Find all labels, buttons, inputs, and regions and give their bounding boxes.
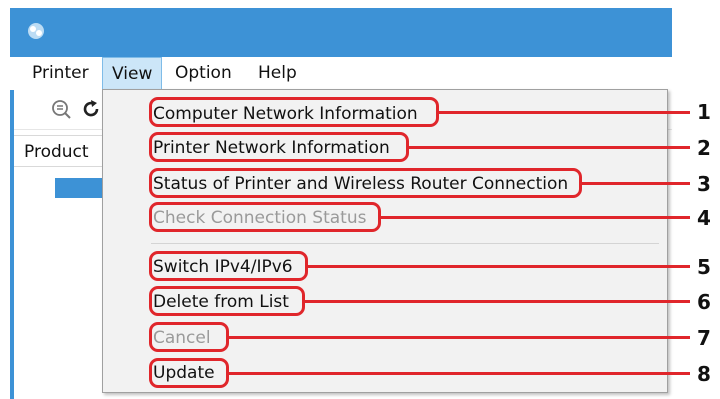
callout-box-7 — [149, 322, 229, 352]
callout-leader-2 — [409, 146, 690, 149]
app-icon — [28, 23, 44, 39]
callout-leader-7 — [229, 336, 690, 339]
menu-bar: Printer View Option Help — [10, 57, 672, 90]
callout-leader-1 — [439, 111, 690, 114]
list-column-header[interactable]: Product — [14, 135, 114, 167]
callout-leader-8 — [229, 372, 690, 375]
title-bar — [10, 8, 672, 57]
callout-box-3 — [149, 168, 582, 198]
callout-box-1 — [149, 97, 439, 127]
selected-printer-row[interactable] — [55, 178, 107, 198]
menu-help[interactable]: Help — [250, 57, 305, 90]
callout-leader-3 — [582, 182, 690, 185]
callout-box-4 — [149, 202, 381, 232]
callout-leader-4 — [381, 216, 690, 219]
callout-number-4: 4 — [697, 206, 711, 230]
callout-number-8: 8 — [697, 362, 711, 386]
menu-option[interactable]: Option — [167, 57, 240, 90]
callout-box-6 — [149, 286, 305, 316]
refresh-icon[interactable] — [80, 98, 102, 120]
callout-box-5 — [149, 251, 308, 281]
callout-number-2: 2 — [697, 136, 711, 160]
callout-number-7: 7 — [697, 326, 711, 350]
callout-number-5: 5 — [697, 255, 711, 279]
callout-box-2 — [149, 132, 409, 162]
menu-view[interactable]: View — [102, 57, 163, 90]
callout-number-1: 1 — [697, 100, 711, 124]
menu-printer[interactable]: Printer — [24, 57, 97, 90]
menu-separator — [151, 243, 659, 244]
callout-leader-5 — [308, 265, 690, 268]
callout-number-6: 6 — [697, 290, 711, 314]
callout-leader-6 — [305, 300, 690, 303]
search-icon[interactable] — [50, 98, 72, 120]
product-column-label: Product — [24, 142, 89, 162]
callout-number-3: 3 — [697, 172, 711, 196]
callout-box-8 — [149, 358, 229, 388]
